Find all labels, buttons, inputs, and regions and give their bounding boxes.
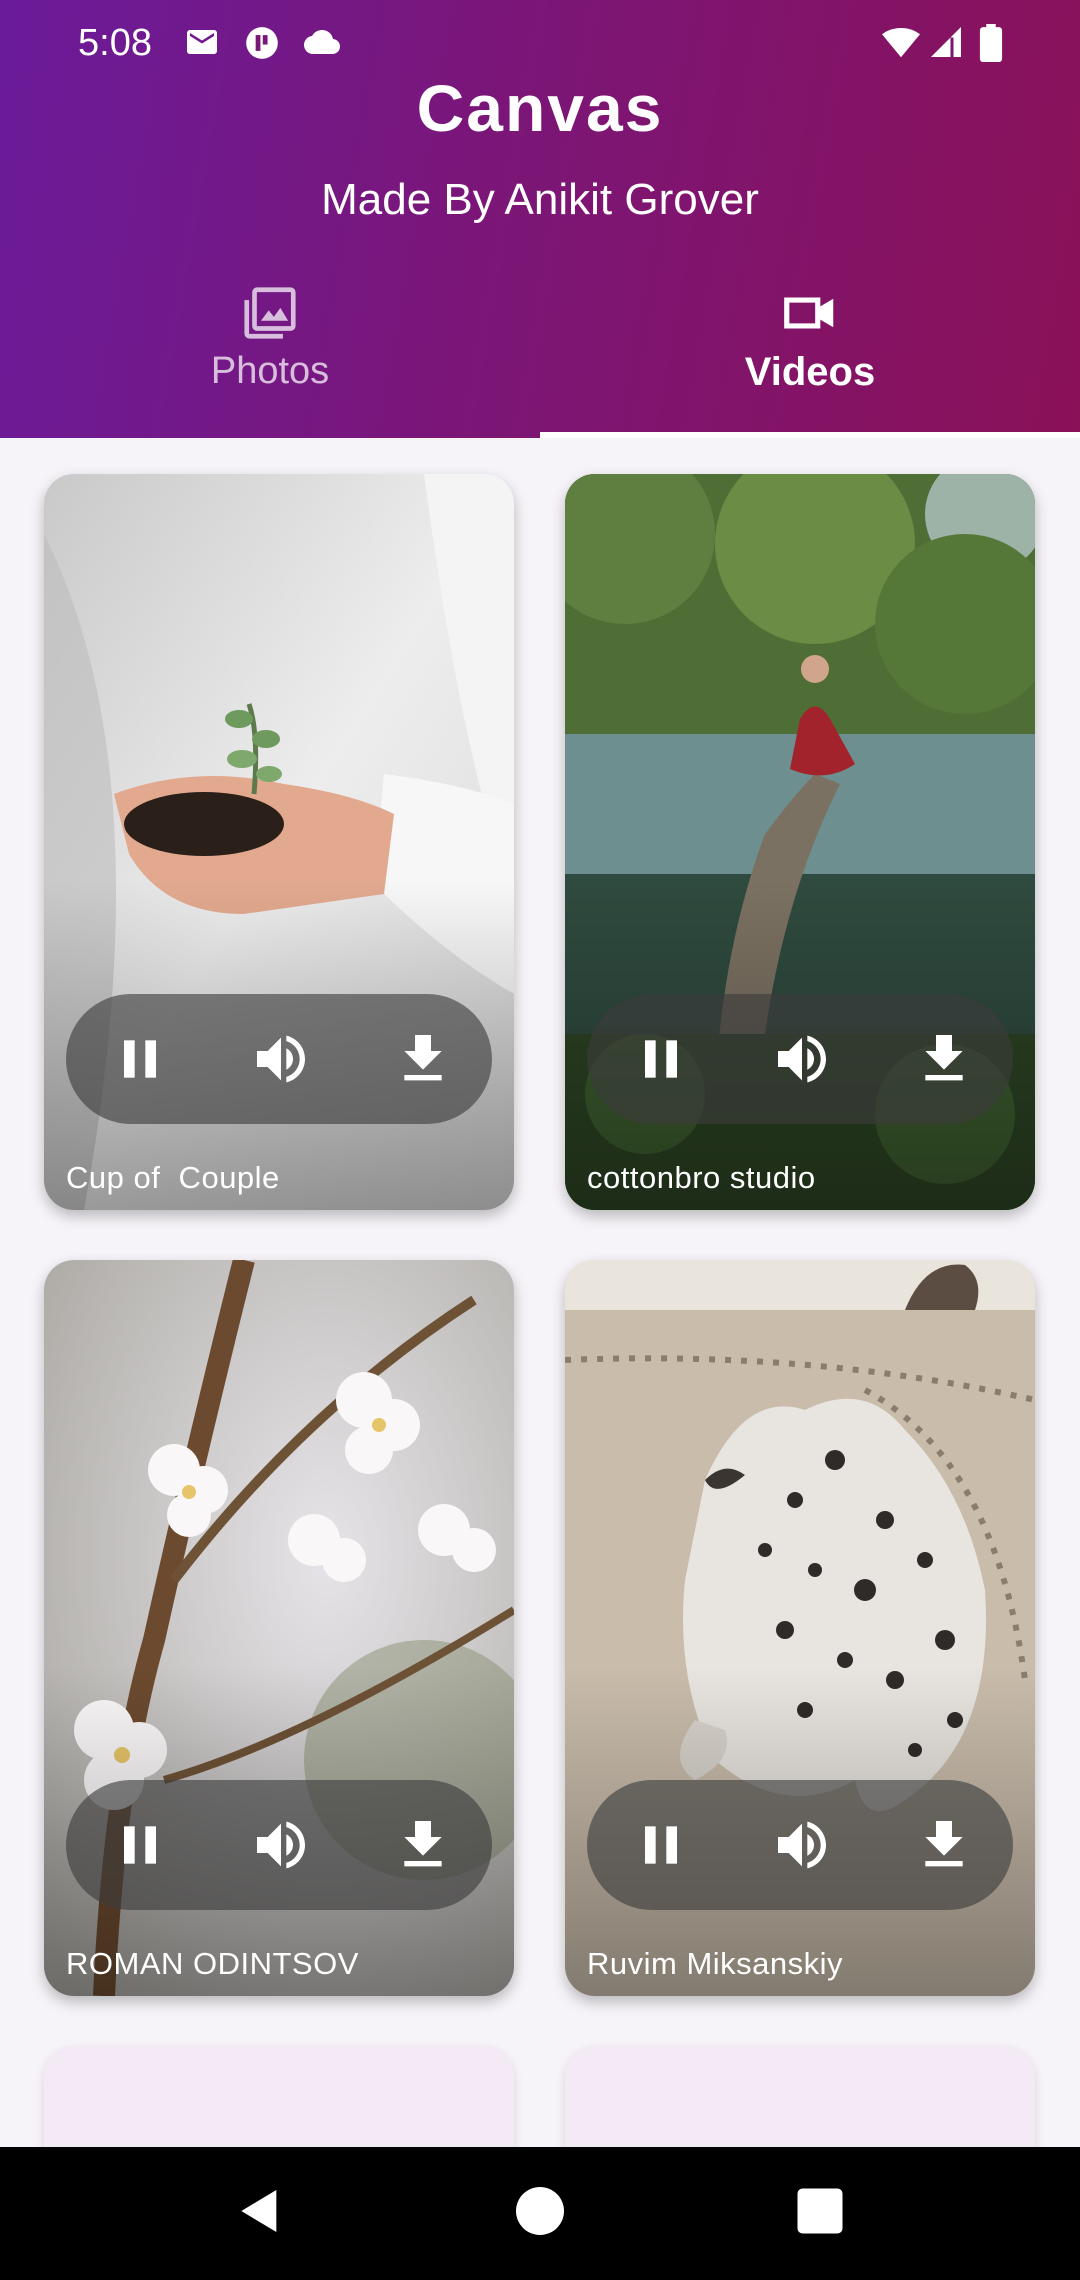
cloud-icon <box>304 29 340 54</box>
tab-photos-label: Photos <box>210 350 330 392</box>
video-credit: cottonbro studio <box>587 1160 816 1195</box>
wifi-icon <box>882 27 920 58</box>
app-header: 5:08 Canvas Made By Anikit Grover Photos… <box>0 0 1080 438</box>
volume-icon[interactable] <box>770 1813 834 1877</box>
video-card[interactable]: ROMAN ODINTSOV <box>44 1260 514 1996</box>
video-controls <box>587 994 1013 1124</box>
app-notification-icon <box>246 27 278 59</box>
app-title: Canvas <box>416 71 664 145</box>
download-icon[interactable] <box>912 1027 976 1091</box>
download-icon[interactable] <box>391 1027 455 1091</box>
selected-tab-indicator <box>540 432 1080 438</box>
download-icon[interactable] <box>391 1813 455 1877</box>
home-button[interactable] <box>508 2179 572 2243</box>
volume-icon[interactable] <box>770 1027 834 1091</box>
cell-signal-icon <box>931 27 961 57</box>
video-card[interactable]: Ruvim Miksanskiy <box>565 1260 1035 1996</box>
tab-videos[interactable]: Videos <box>540 270 1080 438</box>
download-icon[interactable] <box>912 1813 976 1877</box>
pause-icon[interactable] <box>108 1813 172 1877</box>
video-credit: ROMAN ODINTSOV <box>66 1946 359 1981</box>
volume-icon[interactable] <box>249 1813 313 1877</box>
pause-icon[interactable] <box>108 1027 172 1091</box>
tab-photos[interactable]: Photos <box>0 270 540 438</box>
pause-icon[interactable] <box>629 1813 693 1877</box>
volume-icon[interactable] <box>249 1027 313 1091</box>
video-controls <box>587 1780 1013 1910</box>
videocam-icon <box>784 297 834 329</box>
tab-videos-label: Videos <box>744 350 876 394</box>
system-navigation-bar <box>0 2147 1080 2280</box>
video-credit: Cup of Couple <box>66 1160 280 1195</box>
video-controls <box>66 994 492 1124</box>
recents-button[interactable] <box>790 2179 850 2243</box>
video-credit: Ruvim Miksanskiy <box>587 1946 844 1981</box>
battery-icon <box>979 24 1003 62</box>
back-button[interactable] <box>232 2179 288 2243</box>
video-controls <box>66 1780 492 1910</box>
app-subtitle: Made By Anikit Grover <box>321 175 759 224</box>
pause-icon[interactable] <box>629 1027 693 1091</box>
status-time: 5:08 <box>78 22 152 64</box>
video-card[interactable]: cottonbro studio <box>565 474 1035 1210</box>
photo-library-icon <box>244 287 296 339</box>
gmail-icon <box>187 30 217 54</box>
video-card[interactable]: Cup of Couple <box>44 474 514 1210</box>
